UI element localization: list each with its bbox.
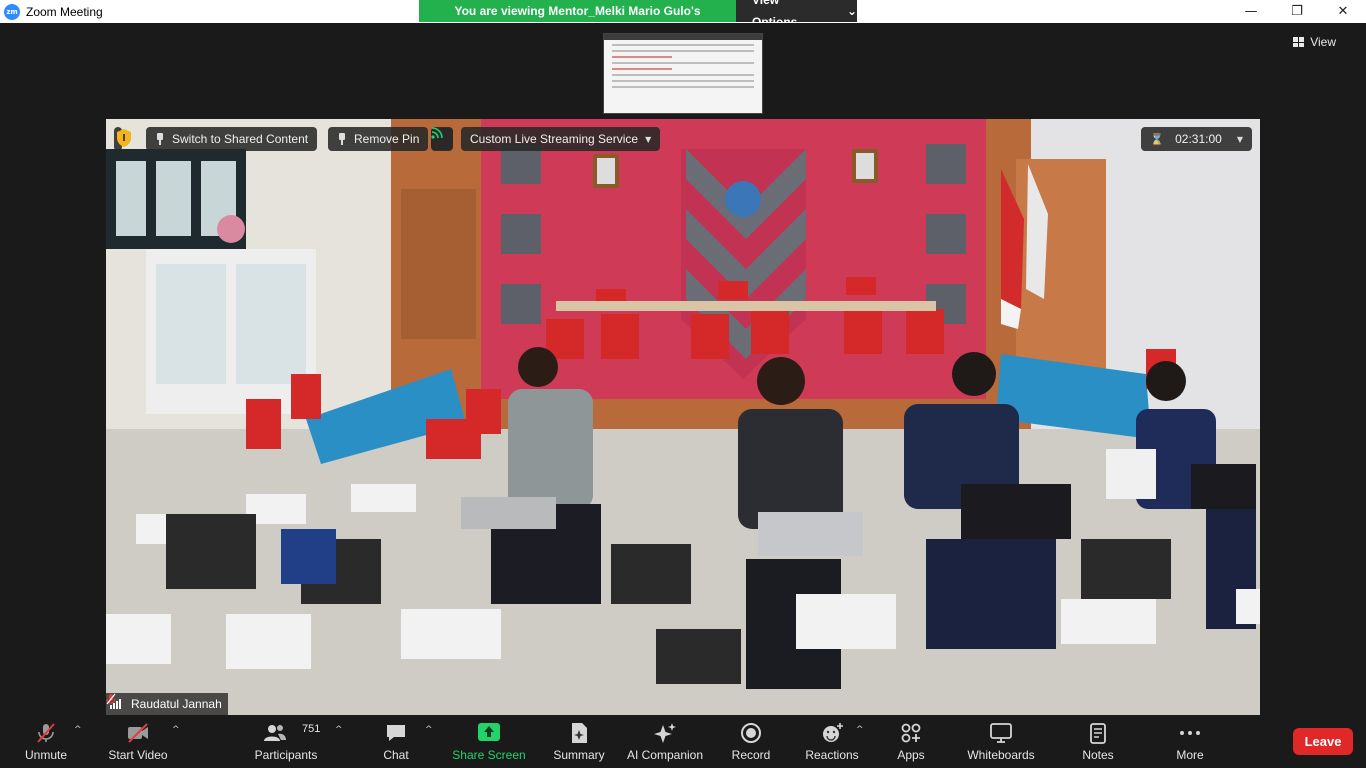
maximize-button[interactable]: ❐: [1274, 0, 1320, 23]
chat-button[interactable]: Chat: [376, 715, 416, 768]
chat-icon: [387, 725, 405, 741]
more-button[interactable]: More: [1170, 715, 1210, 768]
more-label: More: [1176, 748, 1204, 762]
chat-label: Chat: [383, 748, 409, 762]
remove-pin-label: Remove Pin: [354, 132, 420, 146]
view-options-button[interactable]: View Options ⌄: [736, 0, 857, 29]
unmute-button[interactable]: Unmute: [18, 715, 74, 768]
streaming-service-dropdown[interactable]: Custom Live Streaming Service ▼: [461, 127, 661, 151]
participant-name: Raudatul Jannah: [131, 697, 222, 711]
ai-companion-button[interactable]: AI Companion: [624, 715, 706, 768]
live-stream-icon: [431, 127, 453, 150]
minimize-button[interactable]: —: [1228, 0, 1274, 23]
remove-pin-button[interactable]: Remove Pin: [328, 127, 429, 151]
participants-icon: [264, 725, 287, 741]
reactions-icon: [823, 723, 843, 742]
reactions-button[interactable]: Reactions: [802, 715, 862, 768]
meeting-toolbar: Unmute ^ Start Video ^ 751 Participants …: [0, 715, 1366, 768]
chevron-down-icon: ▼: [1236, 134, 1243, 144]
viewing-banner: You are viewing Mentor_Melki Mario Gulo'…: [419, 0, 857, 40]
viewing-text: You are viewing Mentor_Melki Mario Gulo'…: [419, 0, 736, 40]
sparkle-icon: [654, 723, 676, 743]
participant-count: 751: [302, 723, 321, 735]
start-video-label: Start Video: [108, 748, 168, 762]
switch-to-shared-content-button[interactable]: Switch to Shared Content: [146, 127, 318, 151]
view-button[interactable]: View: [1293, 35, 1336, 49]
participants-button[interactable]: 751 Participants: [250, 715, 322, 768]
switch-to-shared-content-label: Switch to Shared Content: [172, 132, 309, 146]
window-title: Zoom Meeting: [26, 4, 103, 19]
chat-options-caret[interactable]: ^: [425, 725, 433, 735]
video-off-icon: [128, 723, 148, 743]
view-label: View: [1310, 35, 1336, 49]
participants-options-caret[interactable]: ^: [335, 725, 343, 735]
zoom-logo-text: zm: [6, 7, 18, 16]
classroom-video-image: [106, 119, 1260, 715]
streaming-service-label: Custom Live Streaming Service: [470, 132, 639, 146]
timer-value: 02:31:00: [1175, 132, 1222, 146]
notes-label: Notes: [1082, 748, 1114, 762]
leave-button[interactable]: Leave: [1293, 728, 1353, 755]
whiteboard-icon: [990, 723, 1012, 743]
record-button[interactable]: Record: [728, 715, 774, 768]
apps-label: Apps: [897, 748, 925, 762]
muted-mic-icon: [37, 723, 55, 743]
participant-name-tag: Raudatul Jannah: [106, 693, 228, 715]
live-stream-status[interactable]: [431, 127, 453, 151]
share-screen-label: Share Screen: [452, 748, 526, 762]
summary-icon: [572, 723, 587, 743]
whiteboards-button[interactable]: Whiteboards: [962, 715, 1040, 768]
whiteboards-label: Whiteboards: [967, 748, 1035, 762]
pin-icon: [155, 133, 165, 145]
close-button[interactable]: ✕: [1320, 0, 1366, 23]
ai-companion-label: AI Companion: [626, 748, 704, 762]
shield-icon: [117, 129, 131, 147]
share-screen-button[interactable]: Share Screen: [450, 715, 528, 768]
record-icon: [741, 723, 761, 743]
chevron-down-icon: ⌄: [846, 4, 857, 18]
unmute-label: Unmute: [24, 748, 68, 762]
pin-icon: [337, 133, 347, 145]
shared-screen-thumbnail[interactable]: [603, 33, 763, 114]
record-label: Record: [731, 748, 771, 762]
more-icon: [1180, 731, 1200, 735]
encryption-badge[interactable]: [114, 127, 131, 151]
participants-label: Participants: [254, 748, 318, 762]
apps-button[interactable]: Apps: [891, 715, 931, 768]
summary-label: Summary: [553, 748, 605, 762]
notes-icon: [1090, 723, 1106, 744]
zoom-logo-icon: zm: [4, 3, 20, 20]
share-screen-icon: [478, 723, 500, 741]
grid-view-icon: [1293, 37, 1305, 47]
summary-button[interactable]: Summary: [548, 715, 610, 768]
pinned-video[interactable]: Switch to Shared Content Remove Pin Cust…: [106, 119, 1260, 715]
meeting-stage: View Switch to Shared Content Remove Pin…: [0, 23, 1366, 715]
apps-icon: [901, 723, 921, 743]
window-controls: — ❐ ✕: [1228, 0, 1366, 23]
reactions-options-caret[interactable]: ^: [856, 725, 864, 735]
audio-options-caret[interactable]: ^: [74, 725, 82, 735]
hourglass-icon: ⌛: [1150, 132, 1165, 146]
video-options-caret[interactable]: ^: [172, 725, 180, 735]
chevron-down-icon: ▼: [645, 134, 652, 144]
notes-button[interactable]: Notes: [1078, 715, 1118, 768]
start-video-button[interactable]: Start Video: [104, 715, 172, 768]
meeting-timer[interactable]: ⌛ 02:31:00 ▼: [1141, 127, 1252, 151]
reactions-label: Reactions: [805, 748, 859, 762]
